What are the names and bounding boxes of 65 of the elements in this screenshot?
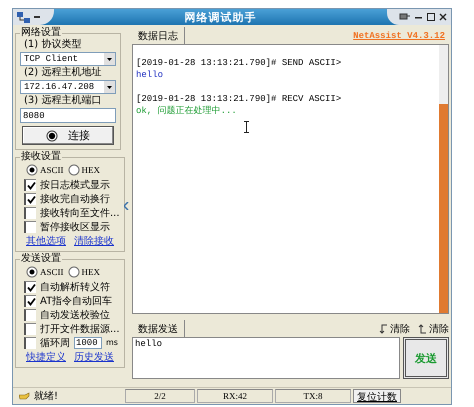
checkbox[interactable] <box>24 308 36 320</box>
link[interactable]: 历史发送 <box>74 352 114 364</box>
group-title: 网络设置 <box>20 27 62 38</box>
checkbox[interactable] <box>24 220 36 232</box>
close-icon[interactable] <box>439 13 447 21</box>
checkbox-label: 自动解析转义符 <box>40 280 110 294</box>
log-header: [2019-01-28 13:13:21.790]# SEND ASCII> <box>136 57 342 69</box>
clear-button[interactable]: 清除 <box>418 322 449 336</box>
collapse-chevron-icon[interactable] <box>124 202 129 210</box>
protocol-dropdown[interactable]: TCP Client <box>20 52 116 66</box>
checkbox[interactable] <box>24 336 36 348</box>
radio-button[interactable] <box>68 266 80 278</box>
text-cursor-icon <box>243 121 250 133</box>
interval-field[interactable]: 1000 <box>74 336 102 348</box>
radio-label: HEX <box>82 267 100 277</box>
checkbox[interactable] <box>24 178 36 190</box>
status-cell: TX:8 <box>275 389 351 403</box>
arrow-icon <box>379 324 388 334</box>
checkbox-label: 接收完自动换行 <box>40 192 110 206</box>
checkbox-label: 自动发送校验位 <box>40 308 110 322</box>
scrollbar[interactable] <box>439 45 448 313</box>
checkbox-label: AT指令自动回车 <box>40 294 112 308</box>
reset-count-button[interactable]: 复位计数 <box>353 389 401 403</box>
checkbox-label: 暂停接收区显示 <box>40 220 110 234</box>
link[interactable]: 其他选项 <box>26 236 66 248</box>
checkbox[interactable] <box>24 294 36 306</box>
checkbox-label: 按日志模式显示 <box>40 178 110 192</box>
window-title: 网络调试助手 <box>184 10 258 24</box>
radio-button[interactable] <box>68 164 80 176</box>
status-cell: 2/2 <box>125 389 195 403</box>
log-message: hello <box>136 69 164 81</box>
maximize-icon[interactable] <box>427 13 435 21</box>
field-label: (1) 协议类型 <box>23 39 82 51</box>
radio-label: ASCII <box>40 165 64 175</box>
host-dropdown[interactable]: 172.16.47.208 <box>20 80 116 94</box>
unit-label: ms <box>106 338 118 347</box>
radio-button[interactable] <box>26 164 38 176</box>
link[interactable]: 清除接收 <box>74 236 114 248</box>
checkbox-label: 循环周 <box>40 336 70 350</box>
radio-button[interactable] <box>26 266 38 278</box>
log-message: ok, 问题正在处理中... <box>136 105 238 117</box>
group-title: 接收设置 <box>20 151 62 163</box>
send-text-field[interactable]: hello <box>132 337 400 379</box>
network-icon[interactable] <box>17 12 31 22</box>
connect-button[interactable]: 连接 <box>22 126 114 145</box>
status-cell: RX:42 <box>197 389 273 403</box>
checkbox-label: 打开文件数据源... <box>40 322 120 336</box>
group-title: 发送设置 <box>20 253 62 265</box>
status-text: 就绪! <box>34 390 58 403</box>
radio-label: ASCII <box>40 267 64 277</box>
radio-icon <box>46 130 58 142</box>
checkbox-label: 接收转向至文件... <box>40 206 120 220</box>
port-field[interactable]: 8080 <box>20 108 116 123</box>
clear-button[interactable]: 清除 <box>379 322 410 336</box>
radio-label: HEX <box>82 165 100 175</box>
checkbox[interactable] <box>24 280 36 292</box>
arrow-icon <box>418 324 427 334</box>
field-label: (2) 远程主机地址 <box>23 67 102 79</box>
menu-dash-icon[interactable] <box>34 16 40 18</box>
link[interactable]: 快捷定义 <box>26 352 66 364</box>
field-label: (3) 远程主机端口 <box>23 95 102 107</box>
checkbox[interactable] <box>24 322 36 334</box>
checkbox[interactable] <box>24 192 36 204</box>
log-header: [2019-01-28 13:13:21.790]# RECV ASCII> <box>136 93 342 105</box>
checkbox[interactable] <box>24 206 36 218</box>
